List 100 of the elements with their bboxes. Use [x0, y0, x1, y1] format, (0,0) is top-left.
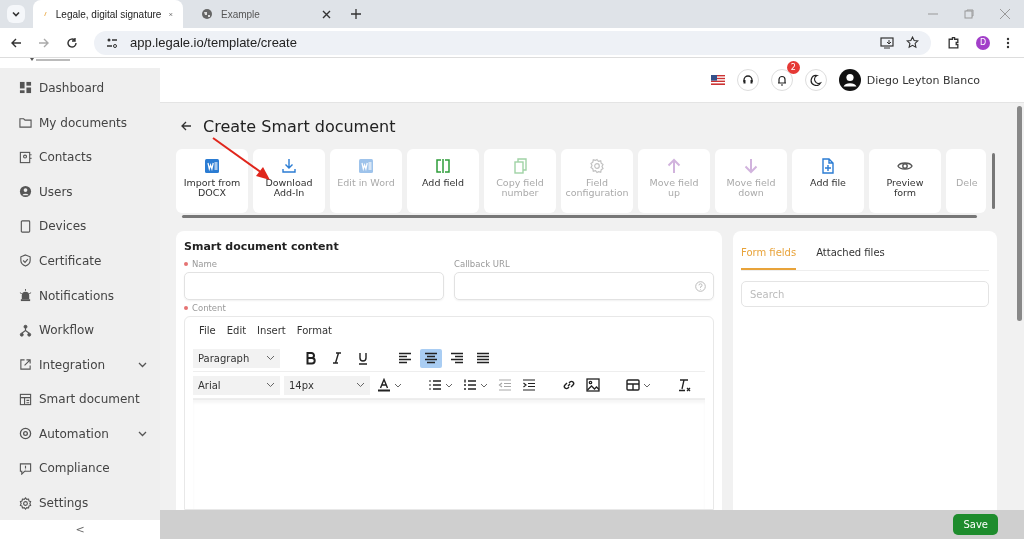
new-tab-icon[interactable] — [351, 9, 361, 19]
outdent-icon — [498, 378, 512, 392]
download-icon — [281, 158, 297, 174]
align-left-icon — [398, 351, 412, 365]
flag-icon[interactable] — [710, 75, 725, 85]
user-icon — [19, 185, 32, 199]
theme-button[interactable] — [804, 69, 827, 91]
word-icon — [204, 158, 220, 174]
layout-icon — [19, 392, 32, 406]
up-icon — [666, 158, 682, 174]
puzzle-icon[interactable] — [947, 36, 960, 49]
sidebar-item[interactable]: Devices — [0, 209, 160, 244]
clear-icon — [677, 378, 691, 392]
chevron-down-icon — [480, 382, 488, 388]
down-icon — [743, 158, 759, 174]
star-icon[interactable] — [906, 36, 919, 49]
bullets-icon — [428, 378, 442, 392]
toolbar-scrollbar[interactable] — [992, 153, 995, 209]
support-button[interactable] — [736, 69, 759, 91]
table-icon — [626, 378, 640, 392]
word-icon — [358, 158, 374, 174]
external-link-icon — [19, 358, 32, 372]
sidebar-item[interactable]: Integration — [0, 347, 160, 382]
gear-icon — [589, 158, 605, 174]
chevron-down-icon — [266, 382, 275, 388]
sidebar-item[interactable]: Settings — [0, 485, 160, 521]
editor-menu[interactable]: Insert — [257, 325, 286, 345]
chevron-down-icon — [643, 382, 651, 388]
sidebar-item[interactable]: Contacts — [0, 139, 160, 175]
toolbar-button[interactable]: Download Add-In — [253, 149, 325, 213]
field-label: Name — [184, 259, 444, 269]
flow-icon — [19, 323, 32, 337]
sidebar-item[interactable]: Workflow — [0, 312, 160, 348]
toolbar-button[interactable]: Add field — [407, 149, 479, 213]
toolbar-button[interactable]: Add file — [792, 149, 864, 213]
address-bar[interactable]: app.legale.io/template/create — [94, 30, 931, 55]
folder-icon — [19, 116, 32, 130]
reload-icon[interactable] — [66, 36, 78, 49]
user-name[interactable]: Diego Leyton Blanco — [866, 73, 980, 87]
editor-menu[interactable]: Format — [296, 325, 333, 345]
search-field[interactable]: Search — [741, 281, 989, 307]
sidebar-item[interactable]: Smart document — [0, 382, 160, 417]
toolbar-scrollbar[interactable] — [182, 215, 977, 218]
contact-book-icon — [19, 150, 32, 164]
moon-icon — [809, 74, 822, 86]
font-dropdown[interactable]: Arial — [193, 375, 280, 395]
image-icon — [586, 378, 600, 392]
copy-icon — [512, 158, 528, 174]
avatar-icon[interactable] — [838, 69, 861, 91]
chevron-down-icon — [11, 9, 21, 19]
align-center-button[interactable] — [420, 348, 442, 368]
toolbar-button[interactable]: Import from DOCX — [176, 149, 248, 213]
site-settings-icon[interactable] — [106, 36, 118, 49]
image-button[interactable] — [583, 375, 603, 395]
rich-text-editor[interactable]: File Edit Insert Format Paragraph Arial 14px — [184, 316, 714, 510]
file-icon — [820, 158, 836, 174]
sidebar-item[interactable]: Users — [0, 174, 160, 210]
editor-menu[interactable]: Edit — [226, 325, 247, 345]
globe-icon — [201, 8, 213, 20]
shield-icon — [19, 254, 32, 268]
chevron-down-icon — [356, 382, 365, 388]
callback-url-field[interactable] — [454, 272, 714, 300]
notifications-button[interactable] — [770, 69, 793, 91]
required-dot — [184, 306, 188, 310]
profile-avatar[interactable]: D — [976, 35, 990, 50]
name-field[interactable] — [184, 272, 444, 300]
browser-tab[interactable]: Example — [191, 0, 341, 28]
page-title: Create Smart document — [203, 116, 396, 136]
back-icon[interactable] — [10, 36, 22, 49]
toolbar-button[interactable]: Preview form — [869, 149, 941, 213]
card-title: Smart document content — [184, 240, 340, 253]
chevron-down-icon — [138, 361, 147, 368]
sidebar-item[interactable]: Compliance — [0, 451, 160, 486]
numbers-icon — [463, 378, 477, 392]
tab[interactable]: Attached files — [816, 243, 885, 270]
install-icon[interactable] — [880, 36, 894, 49]
sidebar-item[interactable]: My documents — [0, 105, 160, 140]
save-button[interactable]: Save — [953, 514, 998, 535]
sidebar-item[interactable]: Automation — [0, 416, 160, 452]
menu-icon[interactable] — [1006, 36, 1010, 49]
collapse-button[interactable]: < — [75, 523, 85, 537]
sidebar-item[interactable]: Notifications — [0, 278, 160, 313]
block-format-dropdown[interactable]: Paragraph — [193, 348, 280, 368]
headset-icon — [741, 74, 754, 86]
editor-menu[interactable]: File — [199, 325, 216, 345]
close-icon[interactable] — [322, 9, 331, 19]
settings-icon — [19, 496, 32, 510]
back-arrow-icon[interactable] — [181, 121, 192, 131]
field-label: Content — [184, 303, 714, 313]
page-scrollbar[interactable] — [1017, 106, 1022, 321]
required-dot — [184, 262, 188, 266]
font-size-dropdown[interactable]: 14px — [284, 375, 370, 395]
sidebar-item[interactable]: Dashboard — [0, 70, 160, 106]
cog-icon — [19, 427, 32, 441]
grid-icon — [19, 81, 32, 95]
field-label: Callback URL — [454, 259, 511, 269]
sidebar-item[interactable]: Certificate — [0, 243, 160, 279]
tab-search-button[interactable] — [7, 5, 25, 23]
browser-tab[interactable]: Legale, digital signature — [33, 0, 183, 28]
notification-badge: 2 — [786, 61, 800, 74]
